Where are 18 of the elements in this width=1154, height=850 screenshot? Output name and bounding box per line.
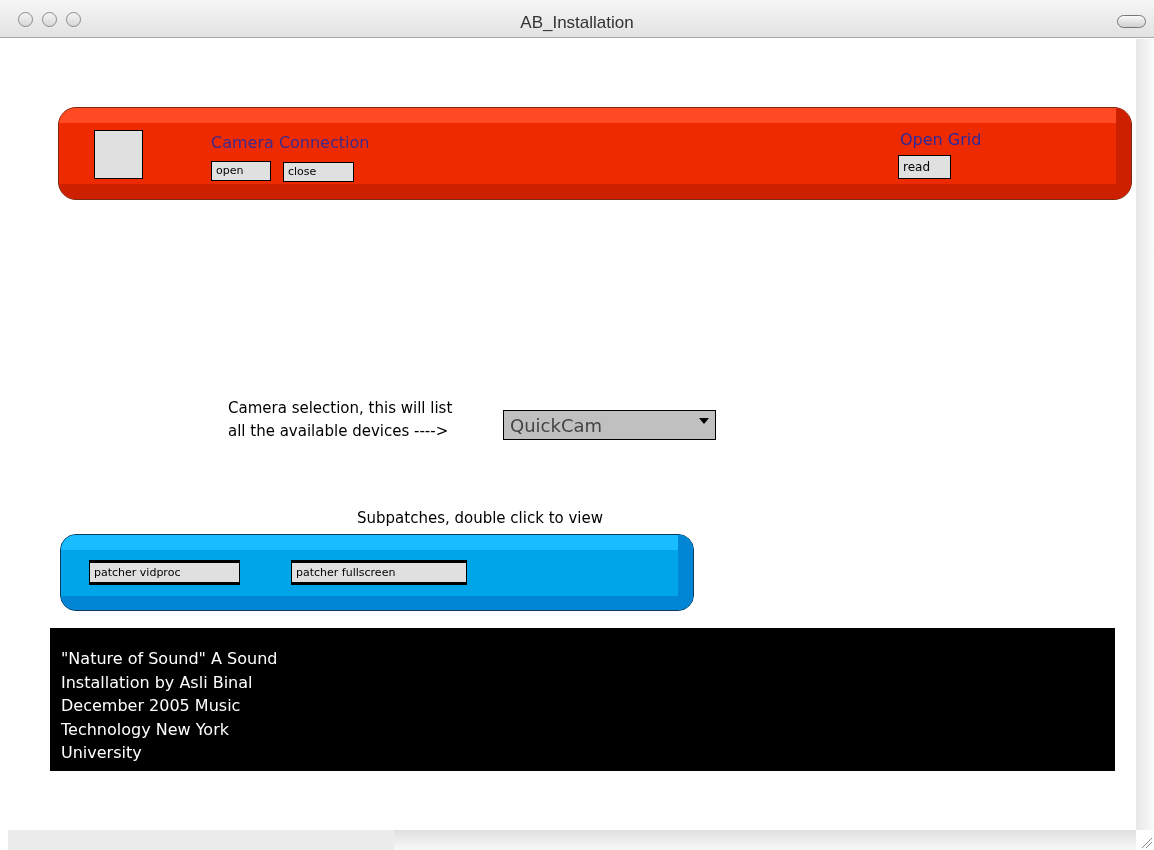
message-button[interactable]: read [898, 155, 951, 179]
patcher-object[interactable]: patcher fullscreen [291, 560, 467, 585]
panel-title: Camera Connection [211, 132, 370, 154]
panel-title: Open Grid [900, 129, 982, 151]
vertical-scrollbar[interactable] [1136, 39, 1154, 830]
comment-text: Camera selection, this will list all the available devices ----> [228, 398, 453, 442]
toggle-button[interactable] [94, 130, 143, 179]
device-dropdown[interactable]: QuickCam [503, 410, 716, 440]
scroll-thumb[interactable] [8, 830, 394, 850]
horizontal-scrollbar[interactable] [394, 830, 1136, 850]
resize-grip-icon[interactable] [1140, 836, 1152, 848]
dropdown-arrow-icon [699, 418, 709, 424]
credits-text: "Nature of Sound" A Sound Installation by Asli Binal December 2005 Music Technology New York University [61, 648, 278, 764]
comment-text: Subpatches, double click to view [357, 508, 604, 529]
window-title: AB_Installation [520, 12, 634, 34]
patcher-object[interactable]: patcher vidproc [89, 560, 240, 585]
message-button[interactable]: close [283, 162, 354, 182]
message-button[interactable]: open [211, 161, 271, 181]
